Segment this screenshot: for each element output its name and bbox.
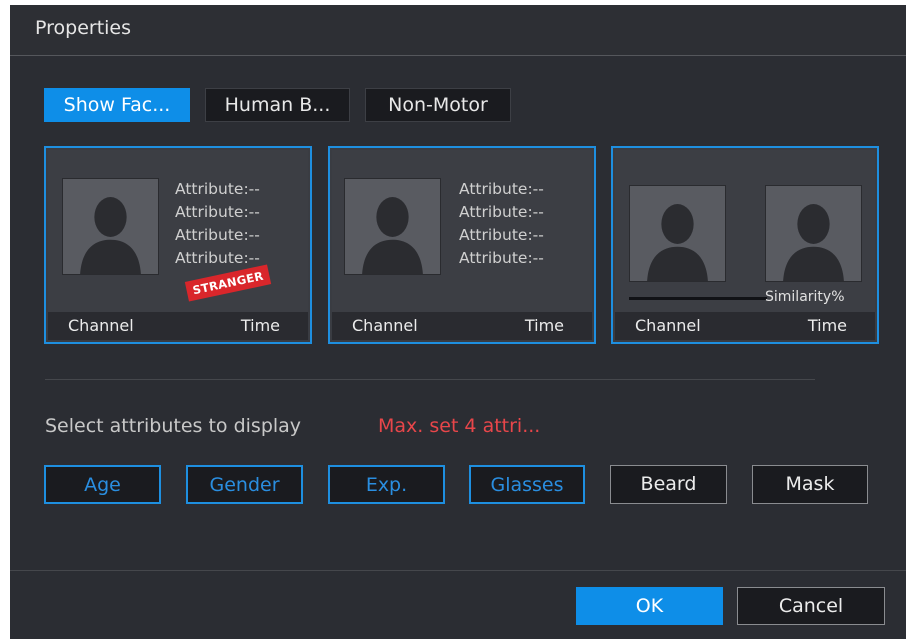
attribute-age-button[interactable]: Age (44, 465, 161, 504)
person-silhouette-icon (783, 204, 844, 281)
dialog-title: Properties (35, 17, 132, 39)
tab-non-motor[interactable]: Non-Motor (365, 88, 511, 122)
time-label: Time (807, 316, 847, 335)
attribute-gender-button[interactable]: Gender (186, 465, 303, 504)
dialog-titlebar: Properties (10, 5, 906, 56)
face-preview-card[interactable]: Attribute:-- Attribute:-- Attribute:-- A… (328, 146, 596, 344)
channel-label: Channel (635, 316, 701, 335)
card-body: Attribute:-- Attribute:-- Attribute:-- A… (332, 150, 592, 340)
face-placeholder-icon (62, 178, 159, 275)
similarity-label: Similarity% (765, 289, 845, 305)
person-silhouette-icon (647, 204, 708, 281)
time-label: Time (240, 316, 280, 335)
attribute-line: Attribute:-- (459, 203, 544, 221)
attribute-line: Attribute:-- (175, 226, 260, 244)
attribute-line: Attribute:-- (459, 249, 544, 267)
properties-dialog: Properties Show Fac... Human B... Non-Mo… (10, 5, 906, 639)
time-label: Time (524, 316, 564, 335)
attribute-list: Attribute:-- Attribute:-- Attribute:-- A… (459, 178, 544, 270)
attribute-line: Attribute:-- (459, 226, 544, 244)
person-silhouette-icon (80, 197, 141, 274)
attribute-line: Attribute:-- (175, 180, 260, 198)
similarity-bar (629, 297, 767, 300)
face-compare-card[interactable]: Similarity% Channel Time (611, 146, 879, 344)
person-silhouette-icon (362, 197, 423, 274)
stranger-stamp: STRANGER (184, 264, 272, 302)
attribute-line: Attribute:-- (175, 203, 260, 221)
tab-show-face[interactable]: Show Fac... (44, 88, 190, 122)
attribute-exp-button[interactable]: Exp. (328, 465, 445, 504)
attribute-glasses-button[interactable]: Glasses (469, 465, 585, 504)
footer-divider (10, 570, 906, 571)
section-divider (45, 379, 815, 380)
channel-label: Channel (352, 316, 418, 335)
face-placeholder-icon (344, 178, 441, 275)
card-footer: Channel Time (615, 312, 875, 340)
max-attributes-hint: Max. set 4 attri... (378, 415, 541, 437)
card-footer: Channel Time (48, 312, 308, 340)
attribute-mask-button[interactable]: Mask (752, 465, 868, 504)
face-placeholder-icon (629, 185, 726, 282)
cancel-button[interactable]: Cancel (737, 587, 885, 625)
attribute-beard-button[interactable]: Beard (610, 465, 727, 504)
channel-label: Channel (68, 316, 134, 335)
attribute-line: Attribute:-- (175, 249, 260, 267)
card-body: Similarity% Channel Time (615, 150, 875, 340)
select-attributes-label: Select attributes to display (45, 415, 302, 437)
tab-human-body[interactable]: Human B... (205, 88, 350, 122)
face-placeholder-icon (765, 185, 862, 282)
attribute-line: Attribute:-- (459, 180, 544, 198)
card-body: Attribute:-- Attribute:-- Attribute:-- A… (48, 150, 308, 340)
attribute-list: Attribute:-- Attribute:-- Attribute:-- A… (175, 178, 260, 270)
face-preview-card[interactable]: Attribute:-- Attribute:-- Attribute:-- A… (44, 146, 312, 344)
ok-button[interactable]: OK (576, 587, 723, 625)
card-footer: Channel Time (332, 312, 592, 340)
